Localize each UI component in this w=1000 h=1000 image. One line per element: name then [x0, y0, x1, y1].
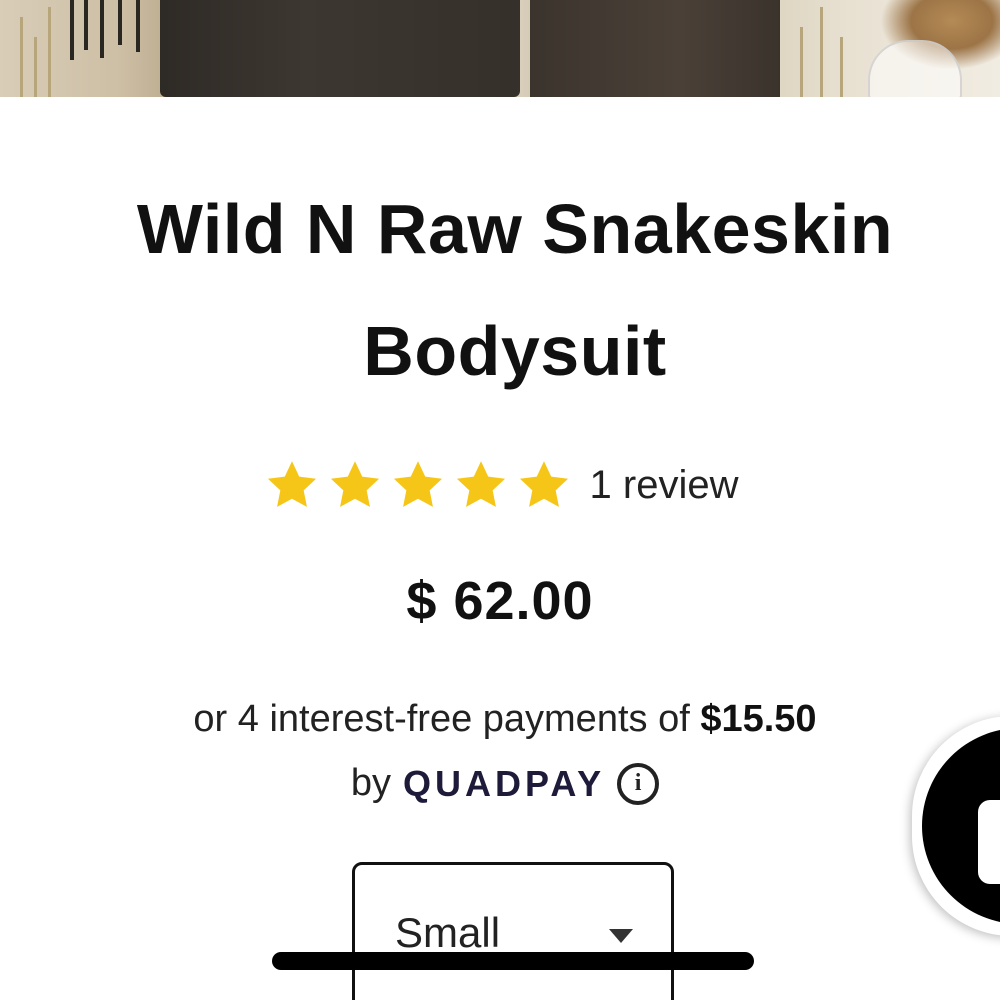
photo-detail: [800, 27, 803, 97]
installment-prefix: or 4 interest-free payments of: [193, 698, 690, 740]
photo-detail: [868, 40, 962, 97]
photo-detail: [48, 7, 51, 97]
star-rating: [262, 457, 574, 513]
chat-widget-inner: [922, 728, 1000, 924]
photo-detail: [70, 0, 74, 60]
product-rating[interactable]: 1 review: [0, 455, 1000, 515]
product-title-line1: Wild N Raw Snakeskin: [136, 190, 894, 268]
installment-provider: by QUADPAY i: [0, 762, 1000, 805]
info-icon[interactable]: i: [617, 762, 660, 805]
photo-detail: [160, 0, 520, 97]
star-icon: [267, 461, 316, 507]
product-image: [0, 0, 1000, 97]
chevron-down-icon: [609, 929, 633, 943]
photo-detail: [820, 7, 823, 97]
size-select-value: Small: [395, 909, 501, 956]
star-icon: [456, 461, 505, 507]
review-count-link[interactable]: 1 review: [590, 455, 739, 515]
photo-detail: [530, 0, 780, 97]
size-select[interactable]: Small: [352, 862, 674, 1000]
photo-detail: [100, 0, 104, 58]
star-icon: [330, 461, 379, 507]
product-page: Wild N Raw Snakeskin Bodysuit 1 review $…: [0, 0, 1000, 1000]
provider-by-label: by: [350, 762, 392, 804]
home-indicator[interactable]: [272, 952, 754, 970]
chat-widget-button[interactable]: [912, 716, 1000, 936]
star-icon: [519, 461, 568, 507]
photo-detail: [20, 17, 23, 97]
photo-detail: [118, 0, 122, 45]
product-title: Wild N Raw Snakeskin Bodysuit: [40, 168, 990, 412]
close-icon[interactable]: [978, 800, 1000, 884]
photo-detail: [84, 0, 88, 50]
installment-amount: $15.50: [700, 698, 817, 740]
star-icon: [393, 461, 442, 507]
photo-detail: [34, 37, 37, 97]
quadpay-logo: QUADPAY: [403, 762, 606, 804]
product-price: $ 62.00: [406, 571, 594, 631]
photo-detail: [136, 0, 140, 52]
photo-detail: [840, 37, 843, 97]
product-title-line2: Bodysuit: [363, 312, 667, 390]
installment-offer: or 4 interest-free payments of $15.50: [0, 694, 1000, 744]
